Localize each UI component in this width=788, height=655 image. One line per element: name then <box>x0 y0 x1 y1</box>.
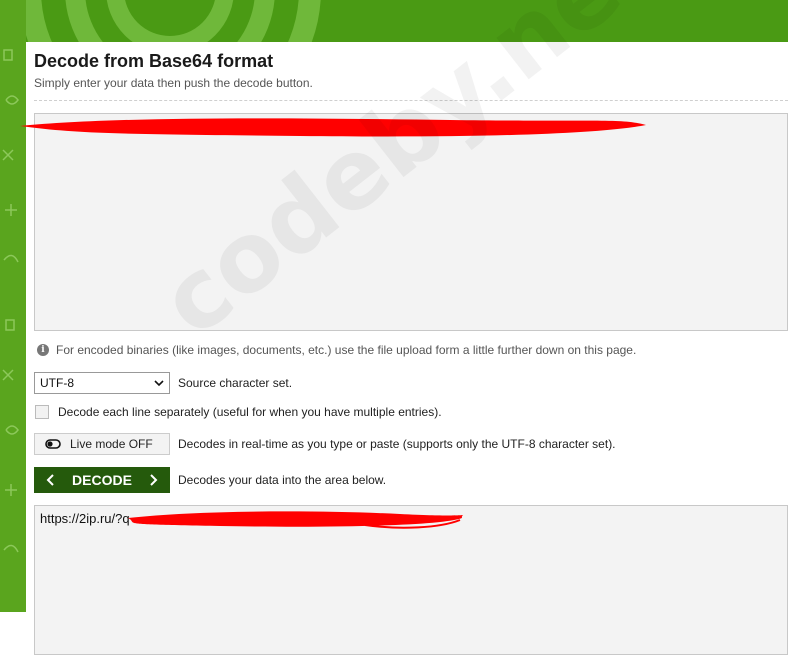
live-mode-label: Live mode OFF <box>70 437 153 451</box>
chevron-left-icon <box>46 474 54 486</box>
live-mode-toggle-button[interactable]: Live mode OFF <box>34 433 170 455</box>
decode-row: DECODE Decodes your data into the area b… <box>34 467 386 493</box>
page-title: Decode from Base64 format <box>34 51 274 71</box>
decode-button[interactable]: DECODE <box>34 467 170 493</box>
decode-each-line-checkbox[interactable] <box>35 405 49 419</box>
live-mode-description: Decodes in real-time as you type or past… <box>178 437 616 451</box>
page-subtitle: Simply enter your data then push the dec… <box>34 76 313 90</box>
decode-description: Decodes your data into the area below. <box>178 473 387 487</box>
decode-each-line-label: Decode each line separately (useful for … <box>58 405 442 419</box>
decoded-output-textarea[interactable]: https://2ip.ru/?q <box>34 505 788 655</box>
charset-row: UTF-8 Source character set. <box>34 372 292 394</box>
chevron-right-icon <box>150 474 158 486</box>
strip-pattern <box>2 49 19 553</box>
divider <box>34 100 788 101</box>
site-header-band <box>0 0 788 42</box>
left-decorative-strip <box>0 0 26 612</box>
charset-label: Source character set. <box>178 376 293 390</box>
charset-selected-value: UTF-8 <box>40 376 74 390</box>
chevron-down-icon <box>154 380 164 387</box>
info-note: i For encoded binaries (like images, doc… <box>37 343 636 357</box>
toggle-icon <box>45 439 61 449</box>
info-icon: i <box>37 344 49 356</box>
line-option-row: Decode each line separately (useful for … <box>34 405 442 419</box>
decoded-output-text: https://2ip.ru/?q <box>40 511 130 526</box>
base64-input-textarea[interactable] <box>34 113 788 331</box>
header-decoration <box>19 0 321 42</box>
decode-button-label: DECODE <box>72 472 132 488</box>
live-mode-row: Live mode OFF Decodes in real-time as yo… <box>34 433 616 455</box>
charset-select[interactable]: UTF-8 <box>34 372 170 394</box>
info-text: For encoded binaries (like images, docum… <box>56 343 637 357</box>
